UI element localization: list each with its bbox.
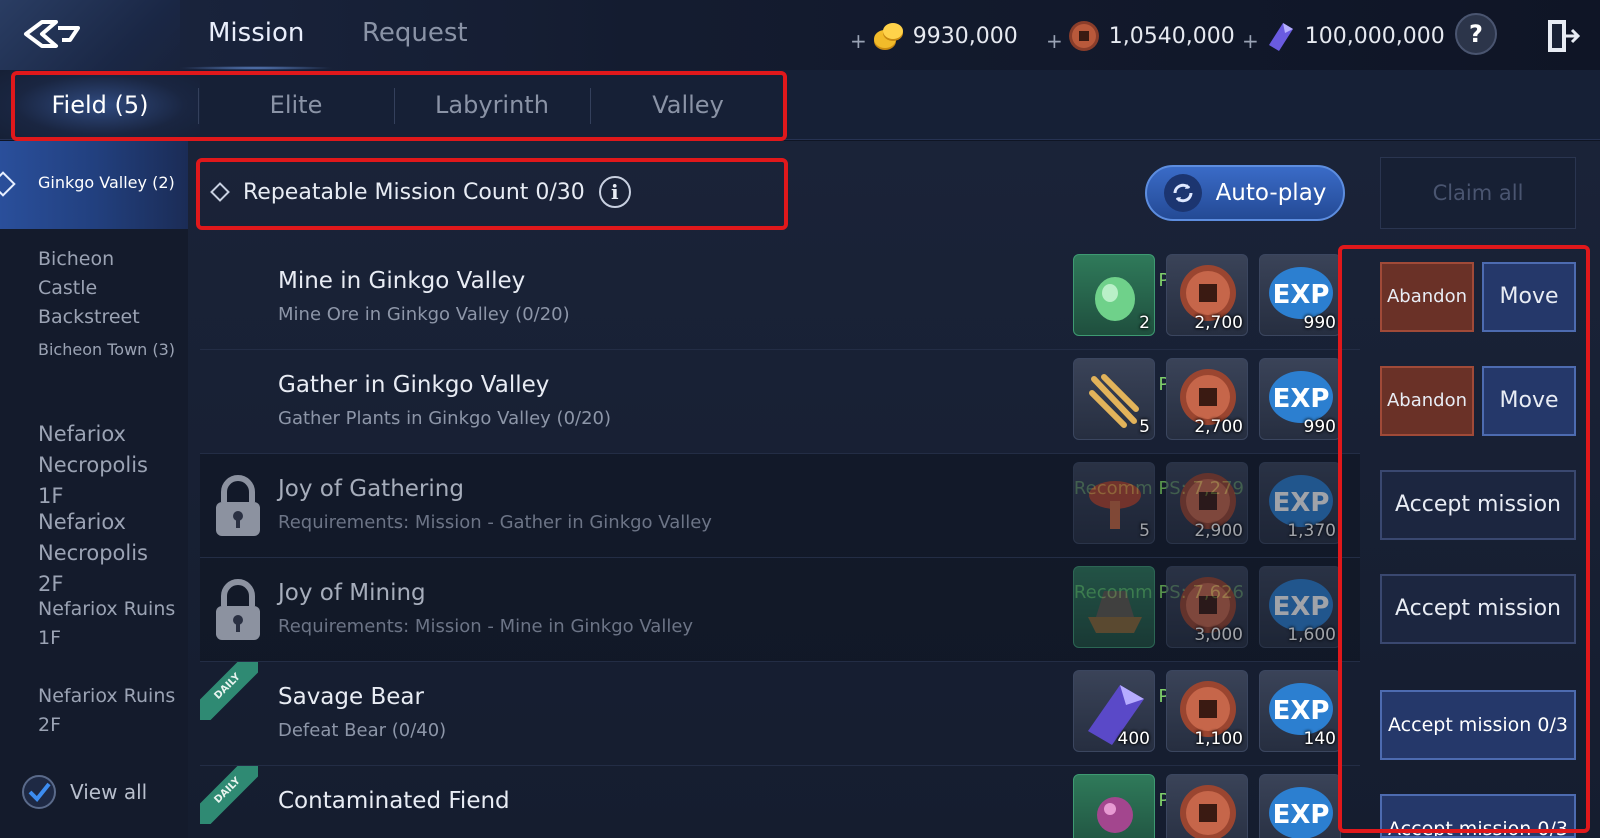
view-all-label: View all (70, 780, 148, 804)
mission-title: Savage Bear (278, 684, 424, 710)
svg-text:EXP: EXP (1273, 696, 1330, 726)
sidebar-item-bicheon-town[interactable]: Bicheon Town (3) (38, 337, 178, 362)
mission-subtitle: Requirements: Mission - Gather in Ginkgo… (278, 512, 712, 533)
mission-title: Joy of Mining (278, 580, 426, 606)
sidebar-item-ginkgo-valley[interactable]: Ginkgo Valley (2) (0, 141, 188, 229)
reward-ore-cart-icon[interactable] (1073, 566, 1155, 648)
abandon-button[interactable]: Abandon (1380, 262, 1474, 332)
mission-title: Mine in Ginkgo Valley (278, 268, 526, 294)
mission-subtitle: Mine Ore in Ginkgo Valley (0/20) (278, 304, 570, 325)
bronze-coin-icon (1068, 21, 1099, 51)
region-sidebar: Ginkgo Valley (2) Bicheon Castle Backstr… (0, 141, 188, 838)
bronze-amount: 1,0540,000 (1108, 23, 1235, 49)
back-arrow-icon (24, 20, 80, 48)
svg-text:EXP: EXP (1273, 592, 1330, 622)
reward-exp-icon[interactable]: EXP 1,370 (1259, 462, 1341, 544)
reward-coin-icon[interactable]: 1,100 (1166, 670, 1248, 752)
sidebar-item-necropolis-2f[interactable]: Nefariox Necropolis 2F (38, 507, 178, 600)
crystal-amount: 100,000,000 (1304, 23, 1445, 49)
daily-badge: DAILY (200, 662, 258, 720)
reward-crystal-icon[interactable]: 400 (1073, 670, 1155, 752)
reward-coin-icon[interactable] (1166, 774, 1248, 838)
help-button[interactable]: ? (1455, 13, 1497, 55)
currency-bronze[interactable]: + 1,0540,000 (1046, 18, 1235, 54)
info-icon[interactable]: i (598, 176, 631, 208)
mission-row-daily: DAILY Savage Bear Defeat Bear (0/40) Rec… (200, 662, 1360, 766)
gold-coin-icon (873, 23, 903, 50)
gold-amount: 9930,000 (912, 23, 1018, 49)
refresh-icon (1163, 174, 1202, 212)
mission-subtitle: Gather Plants in Ginkgo Valley (0/20) (278, 408, 612, 429)
reward-exp-icon[interactable]: EXP (1259, 774, 1341, 838)
diamond-icon (0, 171, 16, 197)
accept-mission-button[interactable]: Accept mission (1380, 470, 1576, 540)
subtab-field[interactable]: Field (5) (0, 70, 200, 140)
move-button[interactable]: Move (1482, 366, 1576, 436)
sidebar-item-bicheon-castle-backstreet[interactable]: Bicheon Castle Backstreet (38, 245, 178, 332)
mission-row-daily: DAILY Contaminated Fiend Recomm PS: 3,68… (200, 766, 1360, 838)
reward-exp-icon[interactable]: EXP 140 (1259, 670, 1341, 752)
mission-subtitle: Defeat Bear (0/40) (278, 720, 447, 741)
reward-coin-icon[interactable]: 2,700 (1166, 254, 1248, 336)
mission-row: Mine in Ginkgo Valley Mine Ore in Ginkgo… (200, 246, 1360, 350)
svg-text:EXP: EXP (1273, 488, 1330, 518)
tab-mission[interactable]: Mission (177, 18, 335, 70)
subtab-valley[interactable]: Valley (588, 70, 788, 140)
sidebar-item-ruins-2f[interactable]: Nefariox Ruins 2F (38, 682, 178, 740)
mission-row: Gather in Ginkgo Valley Gather Plants in… (200, 350, 1360, 454)
view-all-toggle[interactable]: View all (22, 775, 147, 809)
auto-play-label: Auto-play (1215, 180, 1327, 206)
tab-request[interactable]: Request (362, 18, 468, 48)
checkbox-icon (22, 775, 56, 809)
reward-exp-icon[interactable]: EXP 1,600 (1259, 566, 1341, 648)
subtab-bar: Field (5) Elite Labyrinth Valley (0, 70, 1600, 140)
reward-mushroom-icon[interactable]: 5 (1073, 462, 1155, 544)
abandon-button[interactable]: Abandon (1380, 366, 1474, 436)
currency-gold[interactable]: + 9930,000 (850, 18, 1018, 54)
reward-coin-icon[interactable]: 2,700 (1166, 358, 1248, 440)
accept-mission-daily-button[interactable]: Accept mission 0/3 (1380, 794, 1576, 838)
back-logo-button[interactable] (0, 0, 180, 70)
move-button[interactable]: Move (1482, 262, 1576, 332)
mission-row-locked: Joy of Mining Requirements: Mission - Mi… (200, 558, 1360, 662)
mission-title: Joy of Gathering (278, 476, 464, 502)
diamond-icon (210, 182, 230, 202)
repeat-count-label: Repeatable Mission Count 0/30 (243, 179, 585, 205)
currency-crystal[interactable]: + 100,000,000 (1242, 18, 1445, 54)
svg-text:EXP: EXP (1273, 280, 1330, 310)
reward-root-icon[interactable]: 5 (1073, 358, 1155, 440)
svg-text:EXP: EXP (1273, 800, 1330, 830)
claim-all-button[interactable]: Claim all (1380, 157, 1576, 229)
mission-title: Contaminated Fiend (278, 788, 510, 814)
mission-row-locked: Joy of Gathering Requirements: Mission -… (200, 454, 1360, 558)
sidebar-item-label: Ginkgo Valley (2) (38, 173, 175, 192)
sidebar-item-ruins-1f[interactable]: Nefariox Ruins 1F (38, 595, 178, 653)
accept-mission-button[interactable]: Accept mission (1380, 574, 1576, 644)
top-bar: Mission Request + 9930,000 + 1,0540,000 … (0, 0, 1600, 70)
lock-icon (216, 579, 260, 640)
lock-icon (216, 475, 260, 536)
reward-exp-icon[interactable]: EXP 990 (1259, 254, 1341, 336)
mission-title: Gather in Ginkgo Valley (278, 372, 550, 398)
crystal-icon (1268, 23, 1293, 51)
reward-item-icon[interactable] (1073, 774, 1155, 838)
reward-ore-icon[interactable]: 2 (1073, 254, 1155, 336)
reward-coin-icon[interactable]: 2,900 (1166, 462, 1248, 544)
daily-badge: DAILY (200, 766, 258, 824)
exit-icon[interactable] (1544, 16, 1584, 56)
accept-mission-daily-button[interactable]: Accept mission 0/3 (1380, 690, 1576, 760)
reward-coin-icon[interactable]: 3,000 (1166, 566, 1248, 648)
subtab-labyrinth[interactable]: Labyrinth (392, 70, 592, 140)
mission-subtitle: Requirements: Mission - Mine in Ginkgo V… (278, 616, 694, 637)
auto-play-button[interactable]: Auto-play (1145, 165, 1345, 221)
svg-text:EXP: EXP (1273, 384, 1330, 414)
sidebar-item-necropolis-1f[interactable]: Nefariox Necropolis 1F (38, 419, 178, 512)
subtab-elite[interactable]: Elite (196, 70, 396, 140)
repeat-mission-count: Repeatable Mission Count 0/30 i (210, 176, 631, 208)
reward-exp-icon[interactable]: EXP 990 (1259, 358, 1341, 440)
